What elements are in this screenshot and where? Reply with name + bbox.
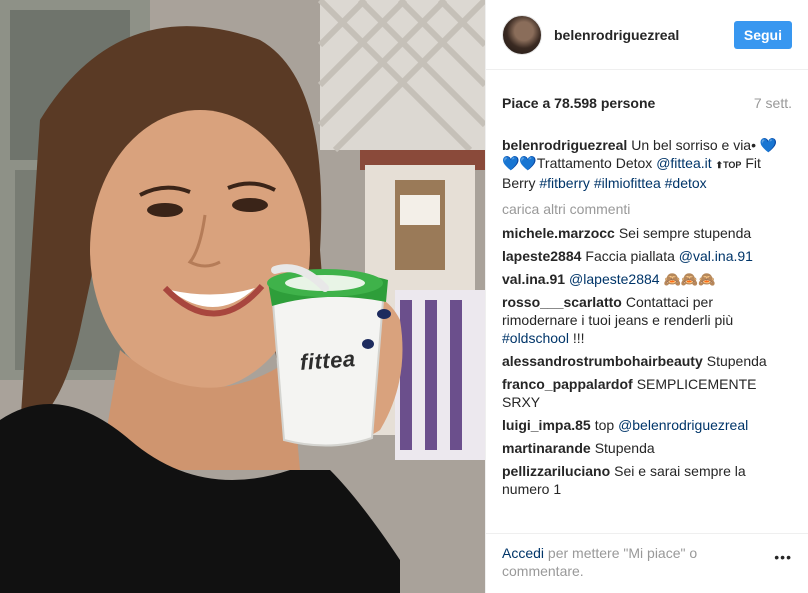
more-options-icon[interactable]: ••• [774,548,792,566]
comment: luigi_impa.85 top @belenrodriguezreal [502,416,792,434]
comment-username[interactable]: rosso___scarlatto [502,294,622,310]
post-photo[interactable]: fittea [0,0,485,593]
post-footer: Accedi per mettere "Mi piace" o commenta… [486,533,808,593]
comment-username[interactable]: pellizzariluciano [502,463,610,479]
avatar[interactable] [502,14,542,55]
comment-mention[interactable]: @belenrodriguezreal [618,417,748,433]
post-time[interactable]: 7 sett. [754,95,792,111]
caption-text-2: Trattamento Detox [536,155,653,171]
comment-username[interactable]: lapeste2884 [502,248,581,264]
likes-count[interactable]: Piace a 78.598 persone [502,95,655,111]
comment: alessandrostrumbohairbeauty Stupenda [502,352,792,370]
login-prompt: Accedi per mettere "Mi piace" o commenta… [502,544,752,580]
comment: franco_pappalardof SEMPLICEMENTE SRXY [502,375,792,411]
comment: val.ina.91 @lapeste2884 🙈🙈🙈 [502,270,792,288]
post-sidebar: belenrodriguezreal Segui Piace a 78.598 … [485,0,808,593]
comment-username[interactable]: luigi_impa.85 [502,417,591,433]
comment-mention[interactable]: @val.ina.91 [679,248,753,264]
comment-username[interactable]: martinarande [502,440,591,456]
top-arrow-icon: ⬆TOP [715,160,742,170]
comment: pellizzariluciano Sei e sarai sempre la n… [502,462,792,498]
comment-text: top [594,417,615,433]
comment-username[interactable]: alessandrostrumbohairbeauty [502,353,703,369]
hashtag-fitberry[interactable]: #fitberry [539,175,590,191]
hashtag-ilmiofittea[interactable]: #ilmiofittea [594,175,661,191]
caption-username[interactable]: belenrodriguezreal [502,137,627,153]
cup-logo-text: fittea [299,346,357,375]
hashtag-detox[interactable]: #detox [665,175,707,191]
comment-mention[interactable]: @lapeste2884 [569,271,660,287]
caption-mention-fittea[interactable]: @fittea.it [656,155,711,171]
monkey-emoji: 🙈🙈🙈 [663,271,716,287]
comment-username[interactable]: michele.marzocc [502,225,615,241]
comments-list: belenrodriguezreal Un bel sorriso e via• … [486,136,808,533]
comment-username[interactable]: franco_pappalardof [502,376,633,392]
hashtag-oldschool[interactable]: #oldschool [502,330,569,346]
post-header: belenrodriguezreal Segui [486,0,808,70]
follow-button[interactable]: Segui [733,20,792,49]
comment: martinarande Stupenda [502,439,792,457]
comment: rosso___scarlatto Contattaci per rimodern… [502,293,792,347]
caption-text-1: Un bel sorriso e via• [631,137,756,153]
header-username[interactable]: belenrodriguezreal [554,27,734,43]
comment-username[interactable]: val.ina.91 [502,271,565,287]
comment-text: Sei sempre stupenda [618,225,752,241]
comment-text: Faccia piallata [585,248,675,264]
photo-illustration [0,0,485,593]
comment-text-after: !!! [572,330,585,346]
comment: michele.marzocc Sei sempre stupenda [502,224,792,242]
comment-text: Stupenda [594,440,655,456]
instagram-post: fittea belenrodriguezreal Segui Piace a … [0,0,808,593]
load-more-comments[interactable]: carica altri commenti [502,200,792,218]
post-stats: Piace a 78.598 persone 7 sett. [486,70,808,136]
login-link[interactable]: Accedi [502,545,544,561]
comment-text: Stupenda [706,353,767,369]
caption: belenrodriguezreal Un bel sorriso e via• … [502,136,792,192]
comment: lapeste2884 Faccia piallata @val.ina.91 [502,247,792,265]
